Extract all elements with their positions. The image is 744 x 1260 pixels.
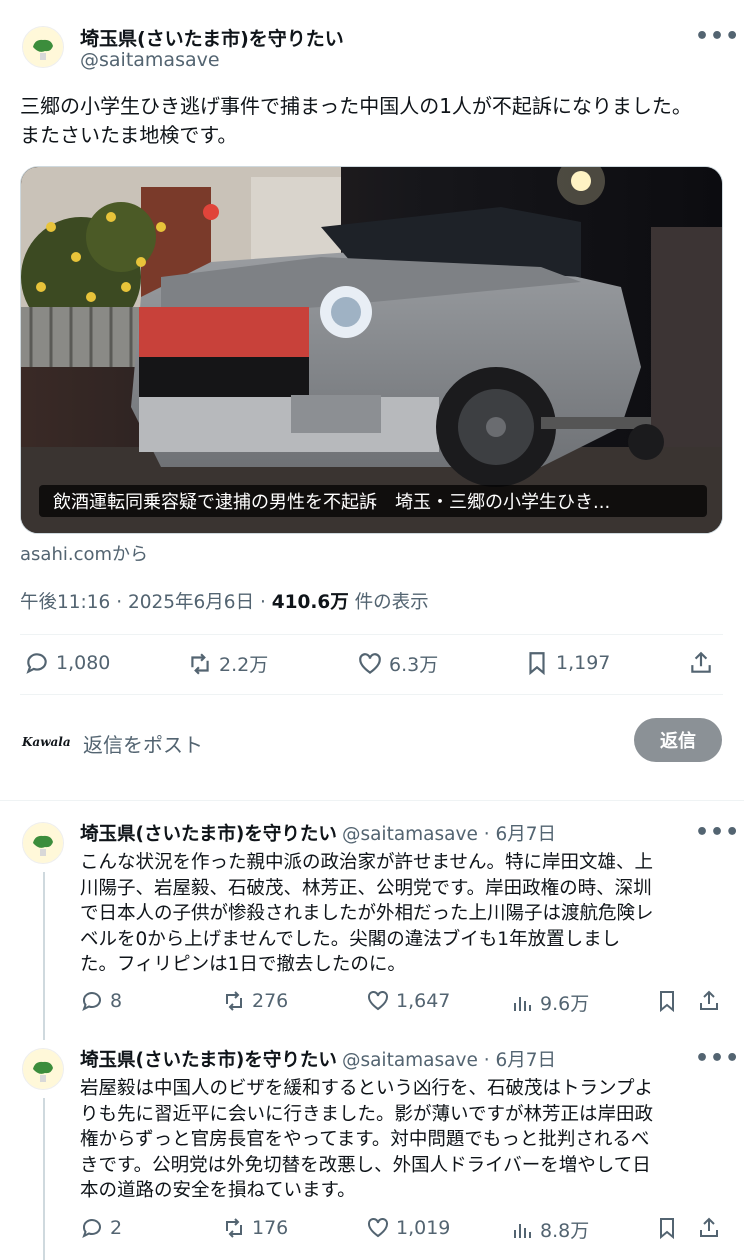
post-meta: 午後11:16 · 2025年6月6日 · 410.6万 件の表示: [20, 588, 429, 614]
author-avatar[interactable]: [22, 26, 64, 68]
reply-1-author-handle[interactable]: @saitamasave · 6月7日: [342, 824, 556, 845]
share-icon: [700, 1217, 718, 1237]
reply-1-header: 埼玉県(さいたま市)を守りたい @saitamasave · 6月7日: [80, 820, 556, 846]
author-name[interactable]: 埼玉県(さいたま市)を守りたい: [80, 24, 344, 51]
post-timestamp[interactable]: 午後11:16 · 2025年6月6日 ·: [20, 592, 272, 613]
reply-1-text-line: 川陽子、岩屋毅、石破茂、林芳正、公明党です。岸田政権の時、深圳: [80, 877, 652, 899]
reply-1-text-line: た。フィリピンは1日で撤去したのに。: [80, 954, 406, 975]
bookmark-icon: [660, 991, 674, 1013]
share-icon: [700, 990, 718, 1010]
reply-2-more-icon[interactable]: •••: [695, 1046, 740, 1071]
post-text-line-2: またさいたま地検です。: [20, 123, 238, 147]
reply-input[interactable]: 返信をポスト: [83, 729, 203, 758]
reply-2-view-count: 8.8万: [540, 1220, 590, 1242]
reply-1-text-line: ベルを0から上げませんでした。尖閣の違法ブイも1年放置しまし: [80, 928, 621, 950]
bookmark-action[interactable]: 1,197: [524, 650, 610, 676]
repost-arrows-icon: [226, 991, 242, 1011]
reply-count: 1,080: [56, 652, 111, 674]
reply-2-like-action[interactable]: 1,019: [366, 1216, 450, 1240]
heart-icon: [359, 652, 381, 674]
repost-action[interactable]: 2.2万: [187, 650, 268, 677]
repost-arrows-icon: [191, 652, 209, 675]
reply-1-text-line: で日本人の子供が惨殺されましたが外相だった上川陽子は渡航危険レ: [80, 903, 654, 924]
reply-2-repost-action[interactable]: 176: [222, 1216, 288, 1240]
reply-2-text-line: 権からずっと官房長官をやってます。対中問題でもっと批判されるべ: [80, 1129, 650, 1150]
view-count: 410.6万: [271, 592, 349, 613]
reply-2-text: 岩屋毅は中国人のビザを緩和するという凶行を、石破茂はトランプよ りも先に習近平に…: [80, 1076, 730, 1204]
reply-2-reply-count: 2: [110, 1217, 123, 1239]
post-text-line-1: 三郷の小学生ひき逃げ事件で捕まった中国人の1人が不起訴になりました。: [20, 94, 692, 118]
bookmark-count: 1,197: [556, 652, 611, 674]
reply-2-text-line: きです。公明党は外免切替を改悪し、外国人ドライバーを増やして日: [80, 1154, 651, 1176]
reply-1-repost-count: 276: [252, 990, 289, 1012]
share-icon: [691, 651, 711, 673]
reply-1-avatar[interactable]: [22, 822, 64, 864]
reply-2-views-action[interactable]: 8.8万: [510, 1216, 589, 1243]
speech-bubble-icon: [26, 653, 47, 674]
reply-2-text-line: 本の道路の安全を損ねています。: [80, 1180, 356, 1201]
reply-1-text: こんな状況を作った親中派の政治家が許せません。特に岸田文雄、上 川陽子、岩屋毅、…: [80, 850, 730, 978]
speech-bubble-icon: [82, 1219, 101, 1239]
reply-1-view-count: 9.6万: [540, 993, 590, 1015]
repost-arrows-icon: [226, 1218, 242, 1238]
link-card-caption[interactable]: 飲酒運転同乗容疑で逮捕の男性を不起訴 埼玉・三郷の小学生ひき...: [39, 485, 707, 517]
divider: [20, 694, 723, 695]
like-count: 6.3万: [389, 654, 439, 676]
reply-submit-button[interactable]: 返信: [634, 718, 722, 762]
link-card[interactable]: 飲酒運転同乗容疑で逮捕の男性を不起訴 埼玉・三郷の小学生ひき...: [20, 166, 723, 534]
reply-1-like-count: 1,647: [396, 990, 451, 1012]
car-photo-image: [21, 167, 722, 533]
reply-2-author-name[interactable]: 埼玉県(さいたま市)を守りたい: [80, 1050, 337, 1071]
reply-1-views-action[interactable]: 9.6万: [510, 989, 589, 1016]
bar-chart-icon: [514, 1223, 531, 1238]
reply-2-avatar[interactable]: [22, 1048, 64, 1090]
reply-1-repost-action[interactable]: 276: [222, 989, 288, 1013]
reply-1-reply-action[interactable]: 8: [80, 989, 122, 1013]
bookmark-icon: [529, 652, 545, 676]
reply-1-more-icon[interactable]: •••: [695, 820, 740, 845]
reply-1-author-name[interactable]: 埼玉県(さいたま市)を守りたい: [80, 824, 337, 845]
divider: [20, 634, 723, 635]
speech-bubble-icon: [82, 992, 101, 1012]
heart-icon: [368, 990, 388, 1011]
reply-2-share-action[interactable]: [697, 1216, 721, 1240]
thread-line: [43, 1098, 45, 1260]
link-source[interactable]: asahi.comから: [20, 540, 148, 566]
share-action[interactable]: [688, 650, 714, 676]
saitama-map-avatar-icon: [23, 1049, 63, 1089]
reply-1-like-action[interactable]: 1,647: [366, 989, 450, 1013]
thread-line: [43, 872, 45, 1040]
bar-chart-icon: [514, 996, 531, 1011]
reply-action[interactable]: 1,080: [24, 650, 110, 676]
reply-2-author-handle[interactable]: @saitamasave · 6月7日: [342, 1050, 556, 1071]
like-action[interactable]: 6.3万: [357, 650, 438, 677]
reply-1-bookmark-action[interactable]: [655, 989, 679, 1013]
bookmark-icon: [660, 1218, 674, 1240]
composer-avatar-logo: Kawala: [22, 735, 71, 749]
heart-icon: [368, 1217, 388, 1238]
reply-2-header: 埼玉県(さいたま市)を守りたい @saitamasave · 6月7日: [80, 1046, 556, 1072]
saitama-map-avatar-icon: [23, 823, 63, 863]
view-count-label: 件の表示: [348, 592, 429, 613]
reply-1-text-line: こんな状況を作った親中派の政治家が許せません。特に岸田文雄、上: [80, 852, 653, 873]
reply-2-bookmark-action[interactable]: [655, 1216, 679, 1240]
reply-2-text-line: りも先に習近平に会いに行きました。影が薄いですが林芳正は岸田政: [80, 1103, 653, 1125]
reply-1-reply-count: 8: [110, 990, 123, 1012]
reply-2-like-count: 1,019: [396, 1217, 451, 1239]
author-handle[interactable]: @saitamasave: [80, 49, 220, 71]
more-options-icon[interactable]: •••: [695, 24, 740, 49]
reply-2-text-line: 岩屋毅は中国人のビザを緩和するという凶行を、石破茂はトランプよ: [80, 1078, 653, 1099]
reply-2-reply-action[interactable]: 2: [80, 1216, 122, 1240]
saitama-map-avatar-icon: [23, 27, 63, 67]
section-divider: [0, 800, 744, 801]
repost-count: 2.2万: [219, 654, 269, 676]
reply-1-share-action[interactable]: [697, 989, 721, 1013]
reply-2-repost-count: 176: [252, 1217, 289, 1239]
